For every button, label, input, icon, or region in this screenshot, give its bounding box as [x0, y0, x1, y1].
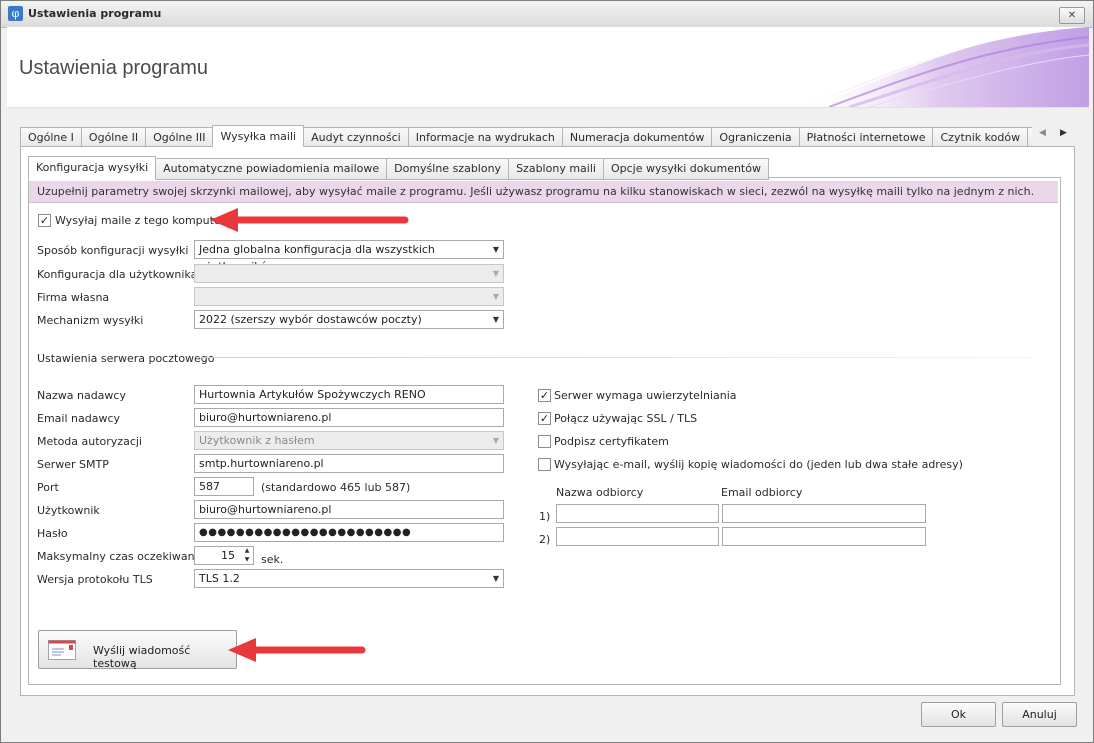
server-section-title: Ustawienia serwera pocztowego — [37, 352, 215, 365]
timeout-value: 15 — [221, 549, 235, 562]
chevron-down-icon: ▼ — [492, 292, 499, 301]
chevron-down-icon: ▼ — [492, 269, 499, 278]
send-from-computer-checkbox[interactable]: ✓ — [38, 214, 51, 227]
method-select[interactable]: Jedna globalna konfiguracja dla wszystki… — [194, 240, 504, 273]
subtab-opcje-wysyłki-dokumentów[interactable]: Opcje wysyłki dokumentów — [602, 158, 769, 180]
app-logo-icon: φ — [8, 6, 23, 21]
title-bar: φ Ustawienia programu ✕ — [1, 1, 1093, 28]
user-label: Użytkownik — [37, 504, 100, 517]
send-test-email-button[interactable]: Wyślij wiadomość testową — [38, 630, 237, 670]
chevron-down-icon: ▼ — [492, 245, 499, 254]
user-config-select[interactable]: ▼ — [194, 264, 504, 283]
auth-method-label: Metoda autoryzacji — [37, 435, 142, 448]
tab-ogólne-iii[interactable]: Ogólne III — [145, 127, 214, 147]
send-copy-label: Wysyłając e-mail, wyślij kopię wiadomośc… — [554, 458, 963, 471]
timeout-stepper[interactable]: 15 ▲ ▼ — [194, 546, 254, 565]
ssl-tls-label: Połącz używając SSL / TLS — [554, 412, 698, 425]
recipient-row-number: 2) — [539, 533, 551, 546]
envelope-icon — [48, 640, 76, 660]
tab-audyt-czynności[interactable]: Audyt czynności — [303, 127, 409, 147]
main-tab-strip: Ogólne I Ogólne II Ogólne III Wysyłka maili… — [20, 125, 1032, 147]
smtp-input[interactable]: smtp.hurtowniareno.pl — [194, 454, 504, 473]
tab-wysyłka-maili[interactable]: Wysyłka maili — [212, 125, 305, 147]
tls-select[interactable]: TLS 1.2 ▼ — [194, 569, 504, 588]
recipient-email-input-2[interactable] — [722, 527, 926, 546]
requires-auth-checkbox[interactable]: ✓ — [538, 389, 551, 402]
smtp-label: Serwer SMTP — [37, 458, 109, 471]
tab-drukarka-fiskalna[interactable]: Drukarka fiskalna — [1027, 127, 1032, 147]
tab-informacje-na-wydrukach[interactable]: Informacje na wydrukach — [407, 127, 563, 147]
section-divider — [198, 357, 1032, 358]
recipient-name-input-2[interactable] — [556, 527, 719, 546]
subtab-konfiguracja-wysyłki[interactable]: Konfiguracja wysyłki — [28, 156, 157, 180]
recipient-name-input-1[interactable] — [556, 504, 719, 523]
auth-method-value: Użytkownik z hasłem — [199, 434, 315, 447]
chevron-down-icon: ▼ — [492, 315, 499, 324]
sign-cert-checkbox[interactable] — [538, 435, 551, 448]
tls-label: Wersja protokołu TLS — [37, 573, 153, 586]
tab-scroll-left-icon[interactable]: ◀ — [1039, 128, 1046, 138]
own-company-label: Firma własna — [37, 291, 110, 304]
sign-cert-label: Podpisz certyfikatem — [554, 435, 669, 448]
sender-name-input[interactable]: Hurtownia Artykułów Spożywczych RENO — [194, 385, 504, 404]
port-input[interactable]: 587 — [194, 477, 254, 496]
ok-button[interactable]: Ok — [921, 702, 996, 727]
send-test-email-label: Wyślij wiadomość testową — [93, 644, 191, 670]
sender-email-label: Email nadawcy — [37, 412, 121, 425]
spin-up-icon[interactable]: ▲ — [242, 547, 252, 555]
mechanism-label: Mechanizm wysyłki — [37, 314, 144, 327]
info-banner: Uzupełnij parametry swojej skrzynki mail… — [29, 181, 1058, 203]
auth-method-select[interactable]: Użytkownik z hasłem ▼ — [194, 431, 504, 450]
timeout-unit: sek. — [261, 553, 284, 566]
own-company-select[interactable]: ▼ — [194, 287, 504, 306]
chevron-down-icon: ▼ — [492, 574, 499, 583]
send-copy-checkbox[interactable] — [538, 458, 551, 471]
tab-ogólne-i[interactable]: Ogólne I — [20, 127, 82, 147]
method-label: Sposób konfiguracji wysyłki — [37, 244, 189, 257]
mechanism-select[interactable]: 2022 (szerszy wybór dostawców poczty) ▼ — [194, 310, 504, 329]
tls-value: TLS 1.2 — [199, 572, 240, 585]
red-arrow-annotation — [210, 208, 409, 232]
port-label: Port — [37, 481, 59, 494]
window-title: Ustawienia programu — [28, 7, 162, 20]
decorative-swoosh — [789, 27, 1089, 107]
subtab-automatyczne-powiadomienia-mailowe[interactable]: Automatyczne powiadomienia mailowe — [155, 158, 388, 180]
subtab-szablony-maili[interactable]: Szablony maili — [508, 158, 604, 180]
sender-name-label: Nazwa nadawcy — [37, 389, 126, 402]
header-banner: Ustawienia programu — [7, 27, 1089, 108]
chevron-down-icon: ▼ — [492, 436, 499, 445]
user-config-label: Konfiguracja dla użytkownika — [37, 268, 198, 281]
recipient-email-header: Email odbiorcy — [721, 486, 803, 499]
tab-scroll-right-icon[interactable]: ▶ — [1060, 128, 1067, 138]
red-arrow-annotation — [228, 638, 366, 662]
tab-ogólne-ii[interactable]: Ogólne II — [80, 127, 147, 147]
mechanism-value: 2022 (szerszy wybór dostawców poczty) — [199, 313, 422, 326]
close-button[interactable]: ✕ — [1059, 7, 1085, 24]
sender-email-input[interactable]: biuro@hurtowniareno.pl — [194, 408, 504, 427]
password-label: Hasło — [37, 527, 68, 540]
requires-auth-label: Serwer wymaga uwierzytelniania — [554, 389, 737, 402]
ssl-tls-checkbox[interactable]: ✓ — [538, 412, 551, 425]
tab-czytnik-kodów[interactable]: Czytnik kodów — [932, 127, 1029, 147]
tab-numeracja-dokumentów[interactable]: Numeracja dokumentów — [561, 127, 713, 147]
recipient-row-number: 1) — [539, 510, 551, 523]
subtab-domyślne-szablony[interactable]: Domyślne szablony — [386, 158, 510, 180]
send-from-computer-label: Wysyłaj maile z tego komputera — [55, 214, 232, 227]
tab-płatności-internetowe[interactable]: Płatności internetowe — [798, 127, 934, 147]
recipient-name-header: Nazwa odbiorcy — [556, 486, 644, 499]
port-hint: (standardowo 465 lub 587) — [261, 481, 411, 494]
user-input[interactable]: biuro@hurtowniareno.pl — [194, 500, 504, 519]
password-input[interactable]: ●●●●●●●●●●●●●●●●●●●●●●● — [194, 523, 504, 542]
recipient-email-input-1[interactable] — [722, 504, 926, 523]
sub-tab-strip: Konfiguracja wysyłki Automatyczne powiado… — [28, 156, 769, 180]
tab-ograniczenia[interactable]: Ograniczenia — [711, 127, 800, 147]
spin-down-icon[interactable]: ▼ — [242, 556, 252, 564]
page-title: Ustawienia programu — [19, 57, 208, 79]
timeout-label: Maksymalny czas oczekiwania — [37, 550, 205, 563]
cancel-button[interactable]: Anuluj — [1002, 702, 1077, 727]
